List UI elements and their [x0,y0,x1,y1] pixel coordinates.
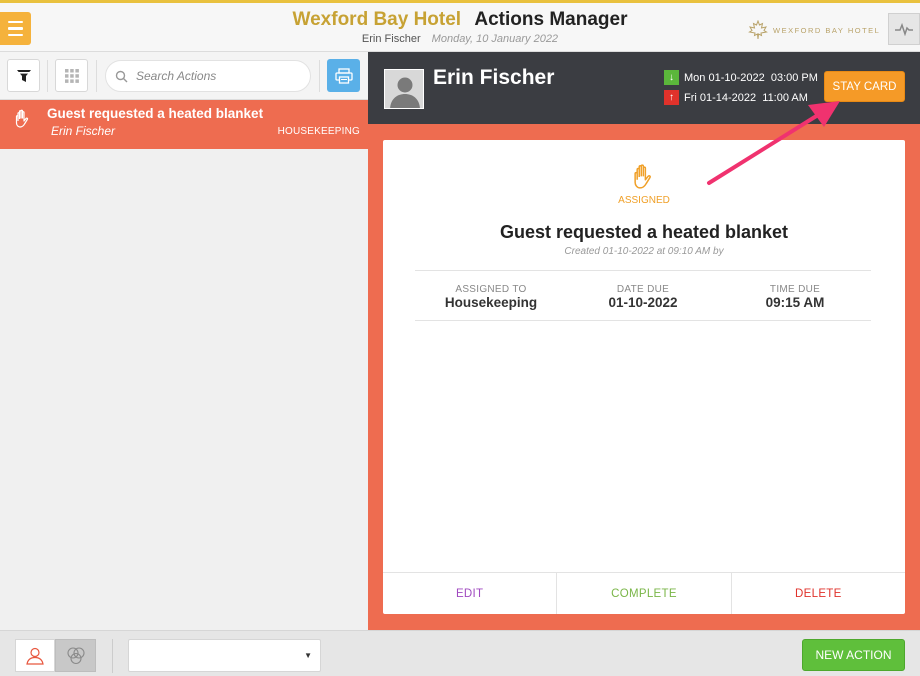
top-header: Wexford Bay Hotel Actions Manager Erin F… [0,0,920,52]
group-circles-icon [66,646,85,664]
edit-button[interactable]: EDIT [383,573,556,614]
action-meta: ASSIGNED TO Housekeeping DATE DUE 01-10-… [415,270,871,321]
grid-icon [64,68,79,83]
departure-date-text: Fri 01-14-2022 11:00 AM [684,91,808,104]
assigned-to-label: ASSIGNED TO [455,284,527,295]
app-title: Actions Manager [474,9,628,30]
print-button[interactable] [327,59,360,92]
search-input[interactable] [136,69,306,83]
filter-icon [16,69,31,82]
toolbar-divider [319,60,320,92]
assigned-to-value: Housekeeping [444,295,538,310]
status-label: ASSIGNED [618,195,670,206]
my-actions-button[interactable] [15,639,55,672]
new-action-button[interactable]: NEW ACTION [802,639,905,671]
action-title: Guest requested a heated blanket [499,222,789,242]
complete-button[interactable]: COMPLETE [556,573,730,614]
caret-down-icon: ▼ [304,651,312,660]
grid-view-button[interactable] [55,59,88,92]
list-toolbar [0,52,368,100]
date-due: DATE DUE 01-10-2022 [567,271,719,320]
hotel-logo: WEXFORD BAY HOTEL [748,20,880,40]
person-icon [26,647,44,665]
hotel-logo-text: WEXFORD BAY HOTEL [773,25,881,35]
time-due-value: 09:15 AM [765,295,825,310]
search-box [105,60,311,92]
list-item-user: Erin Fischer [51,124,116,138]
action-detail-card: ASSIGNED Guest requested a heated blanke… [383,140,905,614]
date-due-label: DATE DUE [616,284,670,295]
hand-icon [634,164,651,189]
toolbar-divider [96,60,97,92]
footer-divider [112,639,113,673]
delete-button[interactable]: DELETE [730,573,905,614]
date-due-value: 01-10-2022 [608,295,678,310]
current-user: Erin Fischer [361,33,421,45]
detail-panel: ASSIGNED Guest requested a heated blanke… [368,124,920,630]
list-item[interactable]: Guest requested a heated blanket Erin Fi… [0,100,368,149]
maple-leaf-icon [748,20,768,40]
department-select[interactable]: ▼ [128,639,321,672]
activity-button[interactable] [888,13,920,45]
actions-list: Guest requested a heated blanket Erin Fi… [0,100,368,630]
status-icon-wrap [383,162,905,197]
printer-icon [334,67,353,84]
departure-date: ↑ Fri 01-14-2022 11:00 AM [664,90,808,105]
pulse-icon [895,22,913,36]
filter-button[interactable] [7,59,40,92]
time-due: TIME DUE 09:15 AM [719,271,871,320]
card-actions: EDIT COMPLETE DELETE [383,572,905,614]
hand-icon [15,109,29,128]
person-silhouette-icon [385,70,423,108]
guest-name: Erin Fischer [433,66,555,89]
search-icon [115,70,128,82]
list-item-department: HOUSEKEEPING [277,126,360,137]
assigned-to: ASSIGNED TO Housekeeping [415,271,567,320]
arrow-down-icon: ↓ [664,70,679,85]
stay-card-button[interactable]: STAY CARD [824,71,905,102]
toolbar-divider [47,60,48,92]
footer-bar: ▼ NEW ACTION [0,630,920,676]
group-actions-button[interactable] [55,639,96,672]
arrival-date-text: Mon 01-10-2022 03:00 PM [684,71,818,84]
arrow-up-icon: ↑ [664,90,679,105]
created-info: Created 01-10-2022 at 09:10 AM by [564,246,724,257]
hotel-name: Wexford Bay Hotel [292,9,462,30]
arrival-date: ↓ Mon 01-10-2022 03:00 PM [664,70,818,85]
list-item-title: Guest requested a heated blanket [47,106,264,121]
time-due-label: TIME DUE [769,284,821,295]
avatar [384,69,424,109]
guest-header: Erin Fischer ↓ Mon 01-10-2022 03:00 PM ↑… [368,52,920,124]
current-date: Monday, 10 January 2022 [431,33,559,45]
